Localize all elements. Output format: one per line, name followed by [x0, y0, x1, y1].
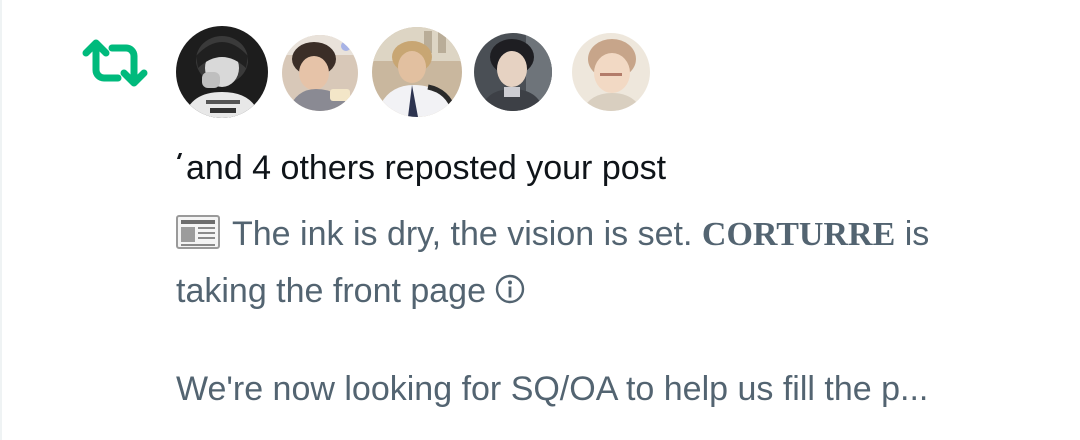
notification-headline: and 4 others reposted your post — [176, 146, 666, 190]
post-line-1: The ink is dry, the vision is set. CORTU… — [176, 206, 1046, 263]
post-line-2: taking the front page — [176, 263, 1046, 320]
repost-notification[interactable]: and 4 others reposted your post The ink … — [0, 0, 1080, 440]
post-paragraph-2: We're now looking for SQ/OA to help us f… — [176, 370, 929, 408]
post-line-2-text: taking the front page — [176, 272, 487, 310]
user-avatar-2[interactable] — [282, 35, 358, 111]
newspaper-icon — [176, 215, 220, 249]
user-avatar-1[interactable] — [176, 26, 268, 118]
user-avatar-4[interactable] — [474, 33, 552, 111]
user-avatar-5[interactable] — [572, 33, 650, 111]
reposter-avatars — [176, 26, 650, 118]
brand-name: CORTURRE — [701, 216, 896, 253]
post-line-1-text: The ink is dry, the vision is set. — [232, 215, 693, 253]
headline-text: and 4 others reposted your post — [186, 149, 667, 187]
post-line-1-suffix: is — [904, 215, 930, 253]
post-preview[interactable]: The ink is dry, the vision is set. CORTU… — [176, 206, 1046, 320]
user-avatar-3[interactable] — [372, 27, 462, 117]
repost-icon — [82, 39, 148, 87]
truncated-name-fragment — [176, 153, 184, 165]
info-icon — [495, 274, 525, 304]
